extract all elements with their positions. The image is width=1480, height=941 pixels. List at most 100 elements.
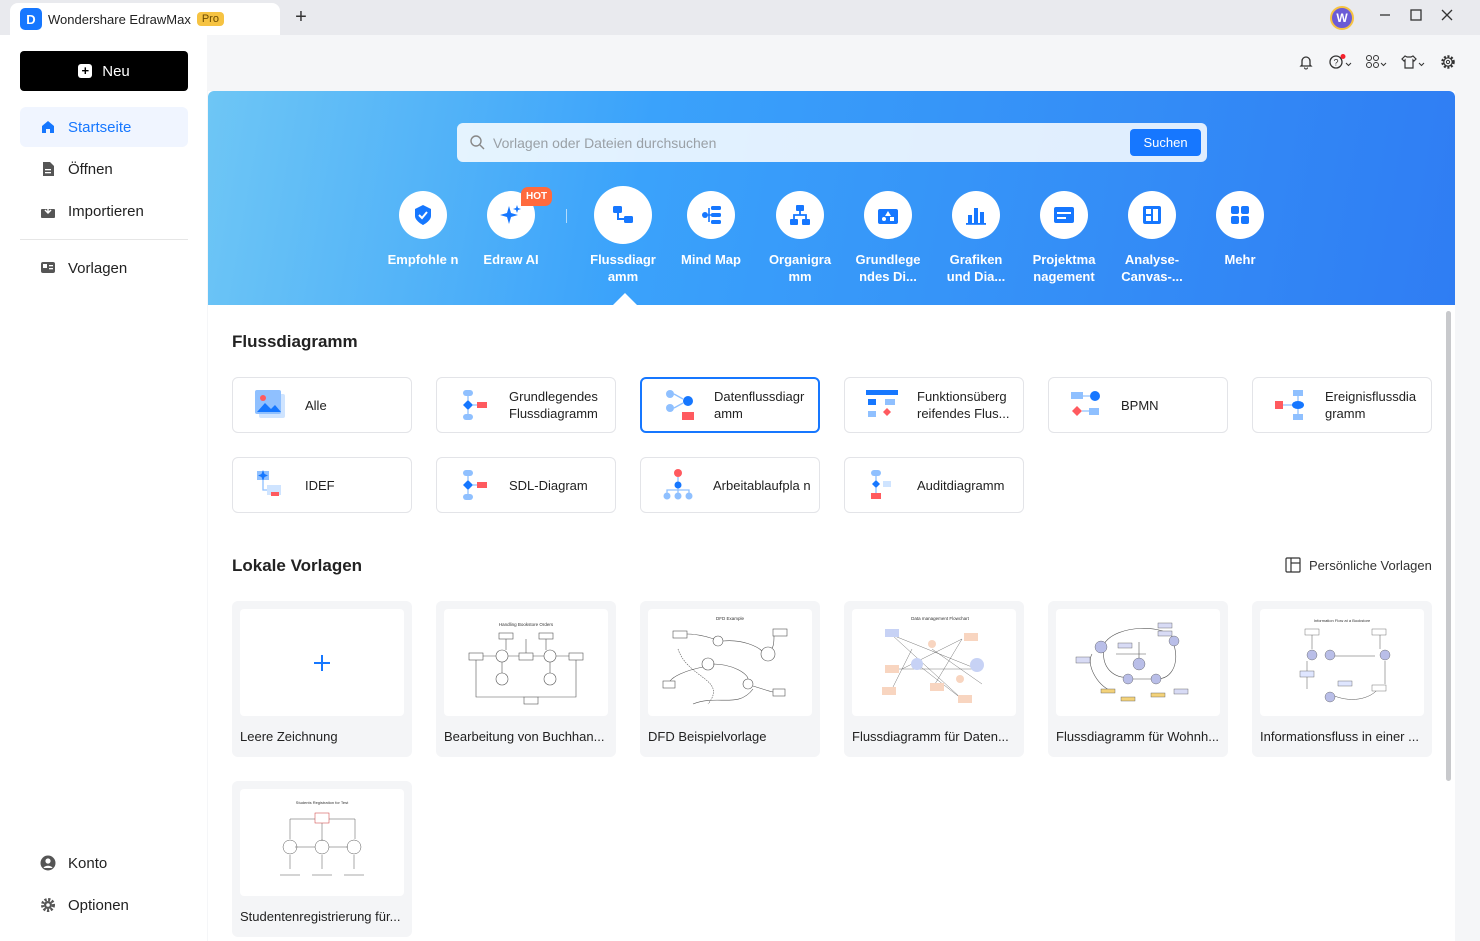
search-button[interactable]: Suchen (1130, 129, 1201, 156)
category-flussdiagramm[interactable]: Flussdiagr amm (583, 191, 663, 285)
sidebar-item-vorlagen[interactable]: Vorlagen (20, 248, 188, 288)
apps-button[interactable] (1364, 54, 1390, 74)
template-label: Bearbeitung von Buchhan... (444, 729, 605, 744)
gallery-icon (255, 390, 285, 418)
sidebar-item-importieren[interactable]: Importieren (20, 191, 188, 231)
close-button[interactable] (1436, 6, 1458, 28)
category-projektmanagement[interactable]: Projektma nagement (1024, 191, 1104, 285)
theme-button[interactable] (1400, 54, 1426, 74)
category-label: Mind Map (681, 252, 741, 267)
template-card-informationsfluss[interactable]: Information Flow at a Bookstore Informat… (1252, 601, 1432, 757)
flow-type-label: SDL-Diagram (509, 477, 588, 493)
sidebar-item-label: Optionen (68, 896, 129, 914)
avatar[interactable]: W (1330, 6, 1354, 30)
pro-badge: Pro (196, 12, 224, 26)
scrollbar[interactable] (1446, 311, 1451, 781)
app-tab[interactable]: D Wondershare EdrawMax Pro (10, 3, 280, 35)
file-icon (40, 161, 56, 177)
sidebar-item-oeffnen[interactable]: Öffnen (20, 149, 188, 189)
flow-type-funktionsuebergreifend[interactable]: Funktionsüberg reifendes Flus... (844, 377, 1024, 433)
divider (20, 239, 188, 240)
canvas-icon (1128, 191, 1176, 239)
new-tab-button[interactable]: + (290, 6, 312, 29)
audit-icon (871, 470, 891, 499)
new-button-label: Neu (102, 62, 130, 80)
gear-icon (1441, 55, 1455, 69)
sidebar-item-optionen[interactable]: Optionen (20, 885, 188, 925)
apps-icon (1366, 55, 1387, 68)
category-mind-map[interactable]: Mind Map (671, 191, 751, 268)
category-grafiken[interactable]: Grafiken und Dia... (936, 191, 1016, 285)
bell-icon (1299, 56, 1313, 70)
title-bar: D Wondershare EdrawMax Pro + W (0, 0, 1480, 35)
flow-type-idef[interactable]: IDEF (232, 457, 412, 513)
category-analyse-canvas[interactable]: Analyse-Canvas-... (1112, 191, 1192, 285)
sidebar-item-konto[interactable]: Konto (20, 843, 188, 883)
personal-templates-link[interactable]: Persönliche Vorlagen (1285, 557, 1432, 573)
template-label: Informationsfluss in einer ... (1260, 729, 1419, 744)
category-grundlegendes-diagramm[interactable]: Grundlege ndes Di... (848, 191, 928, 285)
template-thumbnail: Handling Bookstore Orders (444, 609, 608, 716)
template-thumbnail: DFD Example (648, 609, 812, 716)
plus-icon (314, 654, 330, 671)
flow-type-label: Arbeitablaufpla n (713, 477, 811, 493)
search-bar: Suchen (457, 123, 1207, 162)
maximize-icon (1410, 9, 1422, 21)
flow-type-arbeitsablauf[interactable]: Arbeitablaufpla n (640, 457, 820, 513)
flow-type-label: BPMN (1121, 397, 1159, 413)
template-thumbnail: Data management Flowchart (852, 609, 1016, 716)
template-thumbnail (240, 609, 404, 716)
category-empfohlen[interactable]: Empfohle n (383, 191, 463, 268)
template-label: Flussdiagramm für Daten... (852, 729, 1009, 744)
template-card-wohnheim[interactable]: Flussdiagramm für Wohnh... (1048, 601, 1228, 757)
flow-type-ereignisfluss[interactable]: Ereignisflussdia gramm (1252, 377, 1432, 433)
thumb-title: Students Registration for Test (296, 800, 349, 805)
workflow-icon (663, 469, 693, 500)
sdl-icon (463, 470, 487, 500)
flow-type-alle[interactable]: Alle (232, 377, 412, 433)
settings-button[interactable] (1438, 54, 1458, 74)
diagram-preview: Data management Flowchart (882, 616, 984, 703)
shirt-icon (1401, 55, 1425, 69)
search-input[interactable] (493, 133, 1113, 153)
flow-type-datenfluss[interactable]: Datenflussdiagr amm (640, 377, 820, 433)
sidebar-item-startseite[interactable]: Startseite (20, 107, 188, 147)
flow-type-grundlegendes[interactable]: Grundlegendes Flussdiagramm (436, 377, 616, 433)
diagram-preview: Information Flow at a Bookstore (1299, 618, 1391, 703)
sidebar: + Neu Startseite Öffnen Importieren Vorl… (0, 35, 207, 941)
project-icon (1040, 191, 1088, 239)
flow-type-bpmn[interactable]: BPMN (1048, 377, 1228, 433)
template-card-datenmanagement[interactable]: Data management Flowchart Flussdiagramm … (844, 601, 1024, 757)
category-label: Mehr (1224, 252, 1256, 267)
sidebar-item-label: Konto (68, 854, 108, 872)
svg-text:?: ? (1334, 58, 1339, 68)
templates-icon (40, 260, 56, 276)
help-icon: ? (1329, 54, 1352, 69)
flow-type-sdl[interactable]: SDL-Diagram (436, 457, 616, 513)
flowchart-icon (599, 191, 647, 239)
category-label: Grafiken und Dia... (946, 252, 1006, 284)
help-button[interactable]: ? (1328, 54, 1354, 74)
minimize-icon (1380, 14, 1390, 16)
category-label: Flussdiagr amm (590, 252, 656, 284)
app-name: Wondershare EdrawMax (48, 11, 191, 27)
flow-type-label: Grundlegendes Flussdiagramm (509, 389, 598, 421)
category-organigramm[interactable]: Organigra mm (760, 191, 840, 285)
template-card-studentenregistrierung[interactable]: Students Registration for Test Studenten… (232, 781, 412, 937)
chart-icon (952, 191, 1000, 239)
flow-type-audit[interactable]: Auditdiagramm (844, 457, 1024, 513)
template-card-dfd-beispiel[interactable]: DFD Example DFD Beispielvorlage (640, 601, 820, 757)
maximize-button[interactable] (1405, 6, 1427, 28)
flow-type-label: Ereignisflussdia gramm (1325, 389, 1417, 421)
category-mehr[interactable]: Mehr (1200, 191, 1280, 268)
basic-flowchart-icon (463, 390, 487, 420)
template-card-buchhandlung[interactable]: Handling Bookstore Orders Bearbeitung vo… (436, 601, 616, 757)
thumb-title: Information Flow at a Bookstore (1314, 618, 1371, 623)
minimize-button[interactable] (1374, 6, 1396, 28)
new-button[interactable]: + Neu (20, 51, 188, 91)
category-edraw-ai[interactable]: HOT Edraw AI (471, 187, 553, 268)
notification-button[interactable] (1296, 54, 1316, 74)
category-label: Edraw AI (483, 252, 539, 267)
template-card-leere-zeichnung[interactable]: Leere Zeichnung (232, 601, 412, 757)
category-label: Empfohle n (387, 252, 459, 267)
